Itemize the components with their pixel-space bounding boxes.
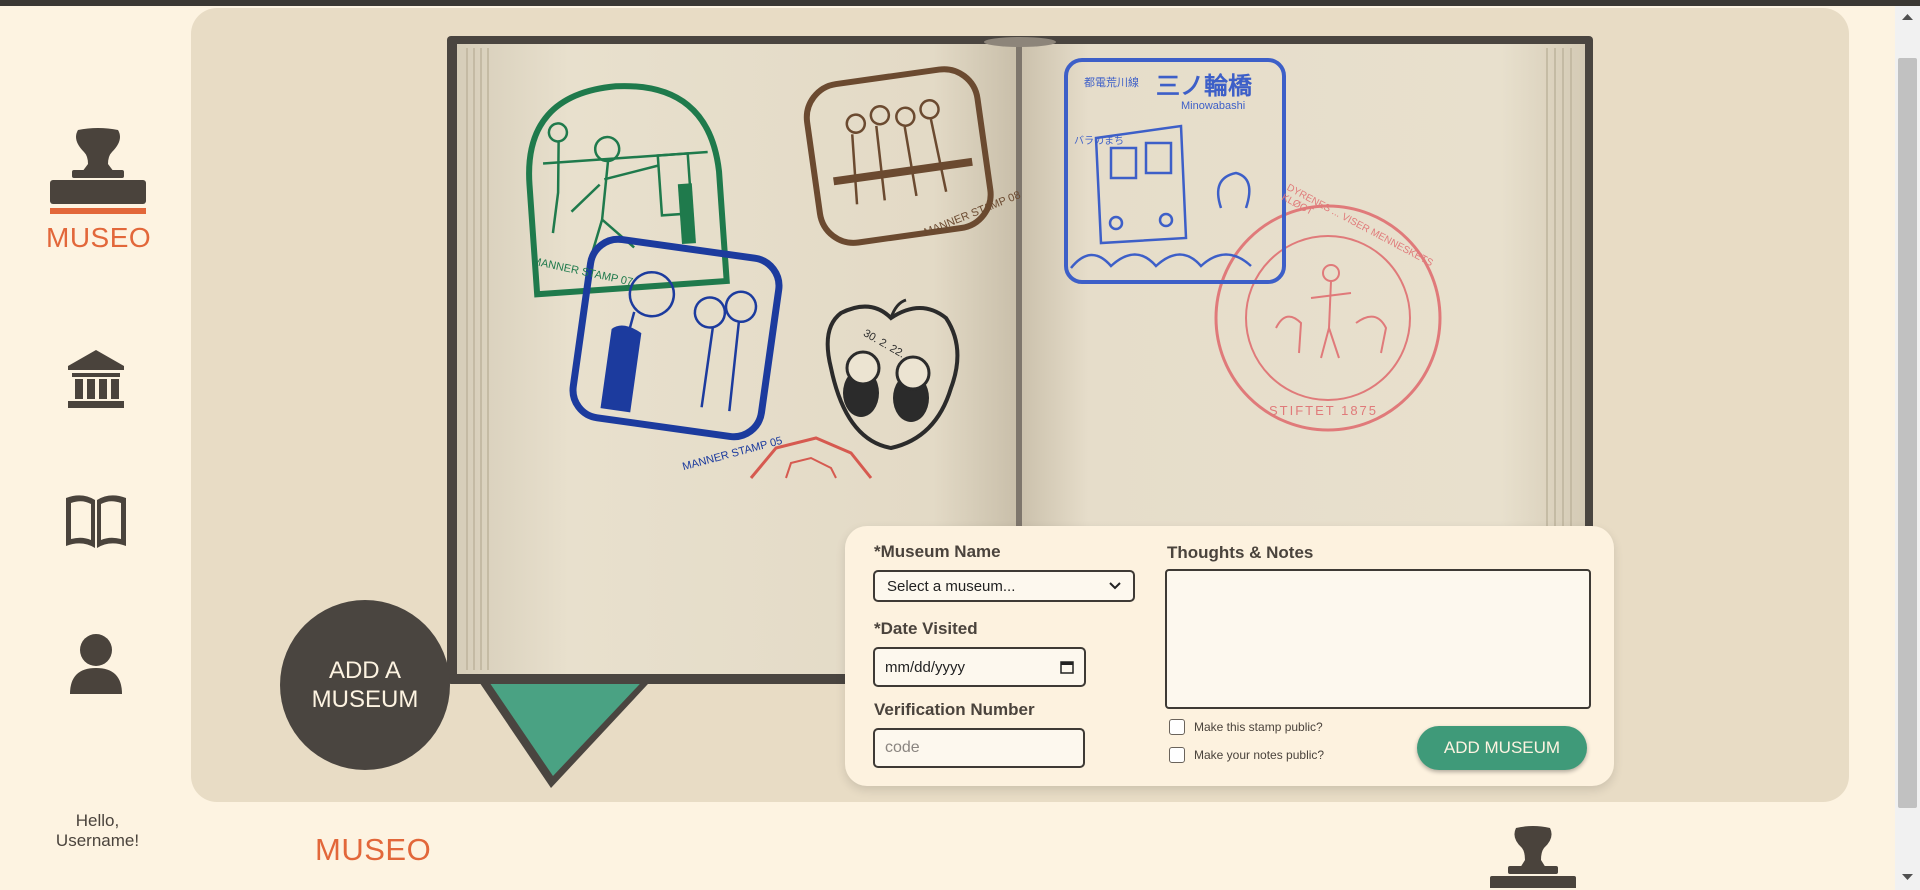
greeting: Hello, Username! — [40, 811, 155, 851]
nav-passport[interactable] — [64, 494, 128, 558]
footer-stamp-icon — [1490, 826, 1576, 888]
verification-code-input[interactable]: code — [873, 728, 1085, 768]
chevron-down-icon — [1109, 582, 1121, 590]
museum-name-label: *Museum Name — [874, 542, 1001, 561]
logo-text: MUSEO — [46, 222, 152, 253]
thoughts-notes-label: Thoughts & Notes — [1167, 543, 1314, 562]
stamp-text-jp-romaji: Minowabashi — [1181, 100, 1246, 112]
scroll-up-arrow-icon[interactable] — [1895, 10, 1920, 24]
public-notes-label: Make your notes public? — [1194, 748, 1325, 762]
add-museum-form: *Museum Name Select a museum... *Date Vi… — [845, 526, 1614, 786]
date-visited-input[interactable]: mm/dd/yyyy — [873, 647, 1086, 687]
app-logo[interactable]: MUSEO — [46, 128, 152, 254]
scroll-down-arrow-icon[interactable] — [1895, 870, 1920, 884]
public-notes-checkbox[interactable] — [1169, 747, 1185, 763]
stamp-text-jp-small: バラのまち — [1074, 136, 1124, 147]
hero-panel: MANNER STAMP 07 MANNER STAMP 08 MANNER S… — [191, 8, 1849, 802]
footer-logo[interactable]: MUSEO — [315, 832, 431, 868]
greeting-line-2: Username! — [55, 831, 140, 850]
date-visited-value: mm/dd/yyyy — [885, 658, 966, 676]
open-book-icon — [66, 495, 126, 548]
museum-select-value: Select a museum... — [887, 577, 1016, 595]
greeting-line-1: Hello, — [75, 811, 120, 830]
add-museum-circle-button[interactable]: ADD A MUSEUM — [280, 600, 450, 770]
date-visited-label: *Date Visited — [874, 619, 978, 638]
notes-textarea[interactable] — [1165, 569, 1591, 709]
calendar-icon[interactable] — [1060, 660, 1074, 674]
scrollbar-thumb[interactable] — [1898, 58, 1917, 808]
public-stamp-label: Make this stamp public? — [1194, 720, 1323, 734]
window-top-bar — [0, 0, 1920, 6]
stamp-text-jp-station: 三ノ輪橋 — [1156, 73, 1252, 100]
stamp-text-jp-line: 都電荒川線 — [1084, 77, 1139, 89]
public-notes-checkbox-row[interactable]: Make your notes public? — [1169, 747, 1324, 763]
public-stamp-checkbox-row[interactable]: Make this stamp public? — [1169, 719, 1323, 735]
verification-code-placeholder: code — [885, 739, 920, 756]
nav-museums[interactable] — [64, 348, 128, 412]
add-museum-submit-button[interactable]: ADD MUSEUM — [1417, 726, 1587, 770]
museum-select[interactable]: Select a museum... — [873, 570, 1135, 602]
nav-profile[interactable] — [64, 632, 128, 696]
museum-building-icon — [68, 350, 124, 408]
add-circle-line-1: ADD A — [328, 657, 401, 684]
add-circle-line-2: MUSEUM — [311, 686, 419, 713]
rubber-stamp-icon — [50, 128, 146, 214]
page-scrollbar[interactable] — [1895, 6, 1920, 890]
stamp-text-red-year: STIFTET 1875 — [1269, 403, 1379, 418]
verification-number-label: Verification Number — [874, 700, 1035, 719]
public-stamp-checkbox[interactable] — [1169, 719, 1185, 735]
sidebar: MUSEO Hello, Username! — [0, 6, 193, 890]
user-icon — [70, 634, 122, 694]
